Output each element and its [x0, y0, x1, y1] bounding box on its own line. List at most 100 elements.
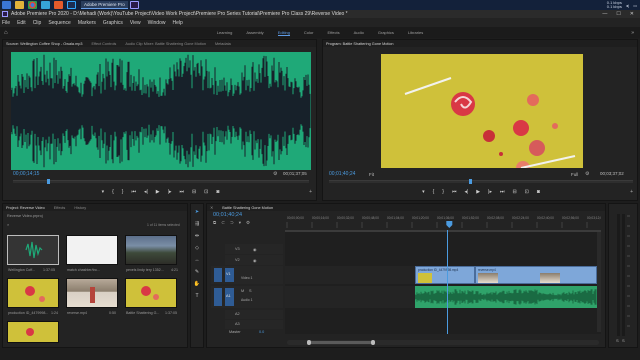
- timeline-zoom-scrollbar[interactable]: [287, 340, 599, 345]
- step-back-icon[interactable]: ⏮: [131, 189, 136, 195]
- menu-view[interactable]: View: [130, 20, 141, 26]
- windows-start-icon[interactable]: [2, 1, 11, 9]
- source-playhead[interactable]: [47, 179, 50, 184]
- track-select-tool-icon[interactable]: ⇶: [193, 220, 201, 228]
- playhead-handle[interactable]: [446, 221, 453, 228]
- program-step-forward-icon[interactable]: |▸: [488, 189, 492, 195]
- track-v2-eye-icon[interactable]: ◉: [253, 258, 256, 263]
- program-playhead[interactable]: [469, 179, 472, 184]
- lift-icon[interactable]: ⊟: [512, 189, 516, 195]
- volume-icon[interactable]: ◂): [626, 3, 629, 8]
- menu-sequence[interactable]: Sequence: [48, 20, 71, 26]
- extract-icon[interactable]: ⊡: [525, 189, 529, 195]
- program-scrub-bar[interactable]: [329, 180, 633, 183]
- project-search-icon[interactable]: ⌕: [7, 222, 9, 227]
- timeline-track-area[interactable]: production ID_4479998.mp4 reverse.mp4: [285, 230, 601, 334]
- play-icon[interactable]: ▶: [156, 189, 160, 195]
- tab-program[interactable]: Program: Battle Shattering Gone Motion: [326, 42, 394, 46]
- slip-tool-icon[interactable]: ↔: [193, 256, 201, 264]
- menu-window[interactable]: Window: [148, 20, 166, 26]
- hand-tool-icon[interactable]: ✋: [193, 280, 201, 288]
- taskbar-premiere-task[interactable]: Adobe Premiere Pro: [81, 1, 128, 9]
- tab-effects[interactable]: Effects: [54, 206, 66, 210]
- tab-metadata[interactable]: Metadata: [215, 42, 231, 46]
- workspace-color[interactable]: Color: [304, 30, 314, 35]
- track-header-a2[interactable]: A2: [225, 310, 283, 319]
- snap-icon[interactable]: ⊂: [221, 220, 225, 226]
- go-to-out-icon[interactable]: ⏭: [179, 189, 184, 195]
- program-mark-out-icon[interactable]: {: [433, 189, 435, 195]
- step-forward-icon[interactable]: |▸: [168, 189, 172, 195]
- track-header-v2[interactable]: V2 ◉: [225, 255, 283, 265]
- timeline-timecode[interactable]: 00;01;40;24: [213, 212, 242, 218]
- workspace-learning[interactable]: Learning: [217, 30, 233, 35]
- program-step-back-icon[interactable]: ⏮: [452, 189, 457, 195]
- tab-effect-controls[interactable]: Effect Controls: [91, 42, 116, 46]
- program-play-icon[interactable]: ▶: [476, 189, 480, 195]
- wrench-icon[interactable]: ⚙: [273, 171, 277, 177]
- program-go-to-out-icon[interactable]: ⏭: [500, 189, 505, 195]
- telegram-icon[interactable]: [41, 1, 50, 9]
- notification-icon[interactable]: ▭: [633, 3, 637, 8]
- type-tool-icon[interactable]: T: [193, 292, 201, 300]
- timeline-close-icon[interactable]: ✕: [210, 205, 213, 210]
- audio-clip-a1[interactable]: [415, 286, 597, 308]
- timeline-vertical-scrollbar[interactable]: [597, 232, 601, 332]
- menu-markers[interactable]: Markers: [78, 20, 96, 26]
- program-add-button-icon[interactable]: +: [630, 189, 633, 195]
- tab-project[interactable]: Project: Reverse Video: [6, 206, 45, 210]
- linked-selection-icon[interactable]: ⊃: [230, 220, 234, 226]
- thumb-match-chashter[interactable]: [66, 235, 118, 265]
- thumb-extra-1[interactable]: [7, 321, 59, 343]
- work-area-bar[interactable]: [285, 230, 601, 232]
- program-go-to-in-icon[interactable]: }: [442, 189, 444, 195]
- program-timecode-current[interactable]: 00;01;40;24: [329, 171, 355, 177]
- insert-icon[interactable]: ⊟: [192, 189, 196, 195]
- thumb-audio-wellington[interactable]: [7, 235, 59, 265]
- export-frame-icon[interactable]: ◙: [216, 189, 219, 195]
- program-fit-dropdown[interactable]: Fit: [369, 172, 374, 177]
- workspace-audio[interactable]: Audio: [354, 30, 364, 35]
- track-v3-eye-icon[interactable]: ◉: [253, 247, 256, 252]
- source-patch-v1[interactable]: [214, 268, 222, 282]
- track-header-a1[interactable]: A1 M S Audio 1: [211, 286, 283, 308]
- workspace-effects[interactable]: Effects: [327, 30, 339, 35]
- workspace-graphics[interactable]: Graphics: [378, 30, 394, 35]
- home-icon[interactable]: ⌂: [4, 30, 8, 36]
- tab-history[interactable]: History: [74, 206, 86, 210]
- pen-tool-icon[interactable]: ✎: [193, 268, 201, 276]
- maximize-icon[interactable]: ☐: [616, 10, 620, 18]
- razor-tool-icon[interactable]: ◇: [193, 244, 201, 252]
- thumb-production-id[interactable]: [7, 278, 59, 308]
- ripple-edit-tool-icon[interactable]: ⇹: [193, 232, 201, 240]
- media-icon[interactable]: [54, 1, 63, 9]
- nest-toggle-icon[interactable]: ⧉: [213, 220, 216, 226]
- program-quality-dropdown[interactable]: Full: [571, 172, 578, 177]
- workspace-assembly[interactable]: Assembly: [246, 30, 263, 35]
- track-header-v3[interactable]: V3 ◉: [225, 244, 283, 254]
- workspace-editing[interactable]: Editing: [277, 30, 290, 36]
- menu-graphics[interactable]: Graphics: [103, 20, 123, 26]
- track-a1-solo-icon[interactable]: S: [249, 289, 252, 293]
- program-step-back-frame-icon[interactable]: ◂|: [464, 189, 468, 195]
- timeline-settings-icon[interactable]: ⚙: [246, 220, 250, 226]
- thumb-reverse[interactable]: [66, 278, 118, 308]
- close-icon[interactable]: ✕: [630, 10, 634, 18]
- program-export-frame-icon[interactable]: ◙: [537, 189, 540, 195]
- video-clip-production[interactable]: production ID_4479998.mp4: [415, 266, 475, 284]
- source-timecode-current[interactable]: 00;00;14;15: [13, 171, 39, 177]
- menu-file[interactable]: File: [2, 20, 10, 26]
- tab-audio-clip-mixer[interactable]: Audio Clip Mixer: Battle Shattering Gone…: [125, 42, 206, 46]
- menu-clip[interactable]: Clip: [33, 20, 42, 26]
- minimize-icon[interactable]: —: [602, 10, 607, 18]
- zoom-handle-right[interactable]: [371, 340, 375, 345]
- source-patch-a1[interactable]: [214, 288, 222, 306]
- step-back-frame-icon[interactable]: ◂|: [144, 189, 148, 195]
- zoom-thumb[interactable]: [311, 341, 371, 344]
- photoshop-icon[interactable]: [67, 1, 76, 9]
- track-header-a3[interactable]: A3: [225, 320, 283, 329]
- tab-source[interactable]: Source: Wellington Coffee Shop - Owala.m…: [6, 42, 82, 46]
- explorer-icon[interactable]: [15, 1, 24, 9]
- selection-tool-icon[interactable]: ➤: [193, 208, 201, 216]
- timeline-playhead-line[interactable]: [447, 230, 448, 334]
